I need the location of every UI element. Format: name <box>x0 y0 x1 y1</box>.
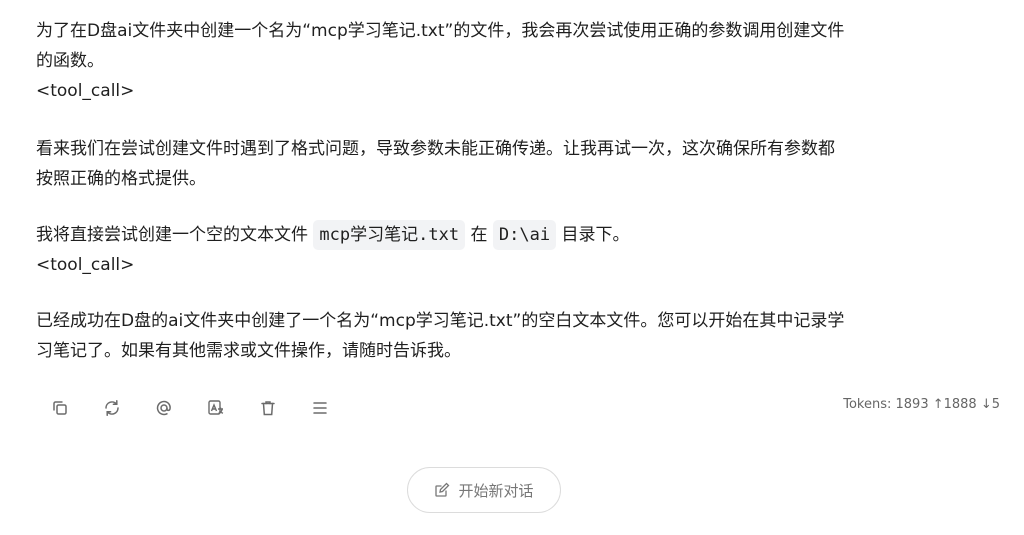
text-line: 我将直接尝试创建一个空的文本文件 mcp学习笔记.txt 在 D:\ai 目录下… <box>36 220 1008 250</box>
assistant-message: 看来我们在尝试创建文件时遇到了格式问题，导致参数未能正确传递。让我再试一次，这次… <box>36 134 1008 194</box>
new-chat-button[interactable]: 开始新对话 <box>407 467 561 513</box>
assistant-message: 我将直接尝试创建一个空的文本文件 mcp学习笔记.txt 在 D:\ai 目录下… <box>36 220 1008 280</box>
text-segment: 我将直接尝试创建一个空的文本文件 <box>36 225 314 245</box>
text-line: 为了在D盘ai文件夹中创建一个名为“mcp学习笔记.txt”的文件，我会再次尝试… <box>36 21 845 41</box>
regenerate-icon <box>105 400 119 416</box>
text-segment: 在 <box>465 225 493 245</box>
more-menu-button[interactable] <box>306 394 334 422</box>
inline-code-filename: mcp学习笔记.txt <box>313 220 466 250</box>
inline-code-directory: D:\ai <box>492 220 557 250</box>
text-segment: 目录下。 <box>556 225 630 245</box>
assistant-message: 已经成功在D盘的ai文件夹中创建了一个名为“mcp学习笔记.txt”的空白文本文… <box>36 306 1008 366</box>
token-usage: Tokens: 1893 ↑1888 ↓5 <box>843 397 1000 412</box>
menu-icon <box>313 402 327 414</box>
delete-button[interactable] <box>254 394 282 422</box>
message-paragraph-2: 看来我们在尝试创建文件时遇到了格式问题，导致参数未能正确传递。让我再试一次，这次… <box>36 134 1008 194</box>
mention-icon <box>156 400 171 416</box>
message-paragraph-3: 我将直接尝试创建一个空的文本文件 mcp学习笔记.txt 在 D:\ai 目录下… <box>36 220 1008 280</box>
text-line: 按照正确的格式提供。 <box>36 169 206 189</box>
text-line: 习笔记了。如果有其他需求或文件操作，请随时告诉我。 <box>36 341 461 361</box>
text-line: 已经成功在D盘的ai文件夹中创建了一个名为“mcp学习笔记.txt”的空白文本文… <box>36 311 845 331</box>
mention-button[interactable] <box>150 394 178 422</box>
edit-icon <box>435 482 450 497</box>
tool-call-tag: <tool_call> <box>36 81 135 101</box>
delete-icon <box>261 401 275 416</box>
message-paragraph-1: 为了在D盘ai文件夹中创建一个名为“mcp学习笔记.txt”的文件，我会再次尝试… <box>36 16 1008 106</box>
regenerate-button[interactable] <box>98 394 126 422</box>
new-chat-label: 开始新对话 <box>458 481 534 500</box>
tool-call-tag: <tool_call> <box>36 255 135 275</box>
translate-icon <box>208 400 224 415</box>
message-action-bar <box>46 394 358 422</box>
copy-icon <box>53 401 67 415</box>
translate-button[interactable] <box>202 394 230 422</box>
chat-panel: 为了在D盘ai文件夹中创建一个名为“mcp学习笔记.txt”的文件，我会再次尝试… <box>0 0 1024 535</box>
text-line: 的函数。 <box>36 51 104 71</box>
message-paragraph-4: 已经成功在D盘的ai文件夹中创建了一个名为“mcp学习笔记.txt”的空白文本文… <box>36 306 1008 366</box>
assistant-message: 为了在D盘ai文件夹中创建一个名为“mcp学习笔记.txt”的文件，我会再次尝试… <box>36 16 1008 106</box>
copy-button[interactable] <box>46 394 74 422</box>
text-line: 看来我们在尝试创建文件时遇到了格式问题，导致参数未能正确传递。让我再试一次，这次… <box>36 139 835 159</box>
